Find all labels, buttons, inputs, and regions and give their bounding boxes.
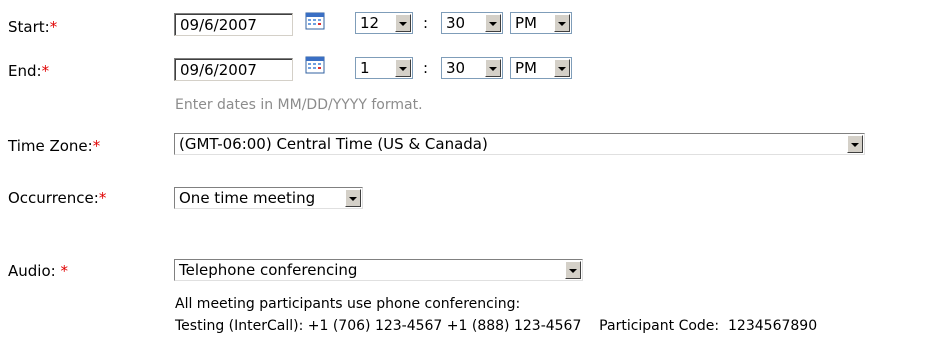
audio-info-line2: Testing (InterCall): +1 (706) 123-4567 +… <box>175 318 818 334</box>
start-minute-select[interactable]: 30 <box>441 12 503 34</box>
timezone-label-text: Time Zone: <box>8 137 93 155</box>
start-label: Start:* <box>8 18 57 36</box>
start-minute-value: 30 <box>446 14 466 32</box>
end-minute-value: 30 <box>446 59 466 77</box>
date-format-hint: Enter dates in MM/DD/YYYY format. <box>175 97 423 113</box>
end-minute-select[interactable]: 30 <box>441 57 503 79</box>
time-separator: : <box>423 59 429 77</box>
end-hour-select[interactable]: 1 <box>355 57 413 79</box>
audio-info-line1: All meeting participants use phone confe… <box>175 296 521 312</box>
start-ampm-select[interactable]: PM <box>510 12 572 34</box>
start-date-input[interactable]: 09/6/2007 <box>174 13 293 36</box>
time-separator: : <box>423 14 429 32</box>
occurrence-select[interactable]: One time meeting <box>174 187 363 209</box>
audio-label: Audio: * <box>8 262 68 280</box>
end-ampm-select[interactable]: PM <box>510 57 572 79</box>
calendar-icon[interactable] <box>305 56 325 74</box>
required-asterisk: * <box>98 189 107 207</box>
required-asterisk: * <box>41 62 50 80</box>
start-hour-value: 12 <box>360 14 380 32</box>
end-label: End:* <box>8 62 49 80</box>
chevron-down-icon[interactable] <box>554 59 570 77</box>
chevron-down-icon[interactable] <box>485 14 501 32</box>
timezone-select[interactable]: (GMT-06:00) Central Time (US & Canada) <box>174 133 865 155</box>
audio-value: Telephone conferencing <box>179 261 358 279</box>
occurrence-value: One time meeting <box>179 189 316 207</box>
audio-label-text: Audio: <box>8 262 61 280</box>
chevron-down-icon[interactable] <box>345 189 361 207</box>
chevron-down-icon[interactable] <box>554 14 570 32</box>
occurrence-label-text: Occurrence: <box>8 189 99 207</box>
occurrence-label: Occurrence:* <box>8 189 106 207</box>
calendar-icon[interactable] <box>305 12 325 30</box>
end-label-text: End: <box>8 62 42 80</box>
required-asterisk: * <box>92 137 101 155</box>
timezone-value: (GMT-06:00) Central Time (US & Canada) <box>179 135 488 153</box>
chevron-down-icon[interactable] <box>395 14 411 32</box>
chevron-down-icon[interactable] <box>565 261 581 279</box>
chevron-down-icon[interactable] <box>847 135 863 153</box>
chevron-down-icon[interactable] <box>395 59 411 77</box>
timezone-label: Time Zone:* <box>8 137 100 155</box>
chevron-down-icon[interactable] <box>485 59 501 77</box>
end-ampm-value: PM <box>515 59 537 77</box>
end-date-input[interactable]: 09/6/2007 <box>174 58 293 81</box>
start-date-value: 09/6/2007 <box>180 16 257 34</box>
required-asterisk: * <box>60 262 68 280</box>
audio-select[interactable]: Telephone conferencing <box>174 259 583 281</box>
start-ampm-value: PM <box>515 14 537 32</box>
required-asterisk: * <box>49 18 58 36</box>
end-hour-value: 1 <box>360 59 370 77</box>
start-hour-select[interactable]: 12 <box>355 12 413 34</box>
end-date-value: 09/6/2007 <box>180 61 257 79</box>
start-label-text: Start: <box>8 18 50 36</box>
